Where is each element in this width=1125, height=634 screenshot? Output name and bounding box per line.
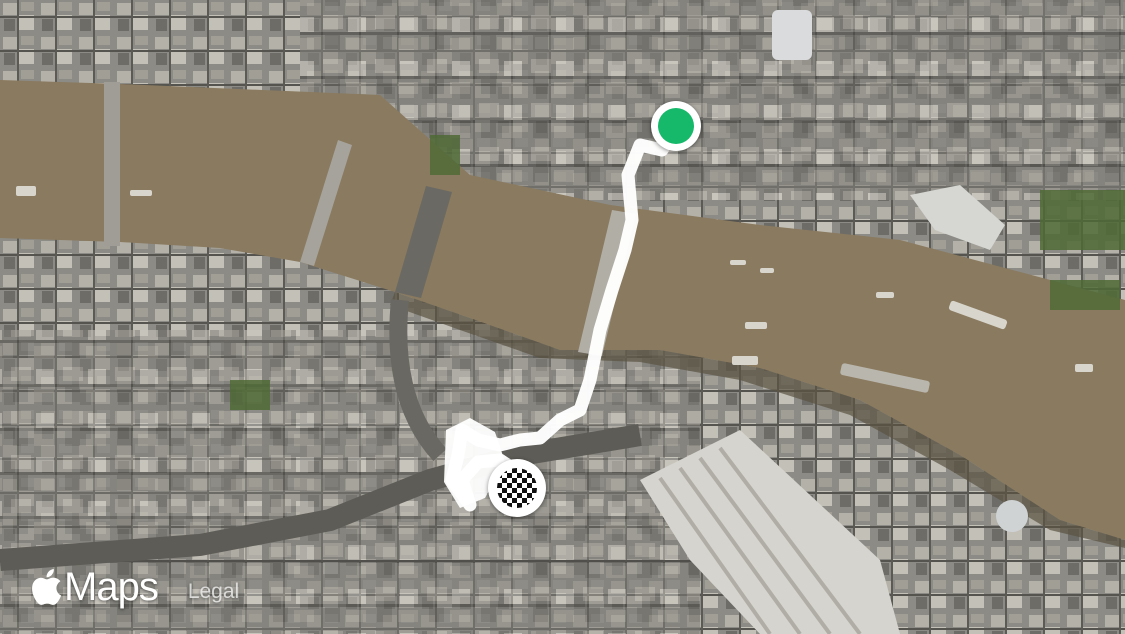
maps-brand-label: Maps bbox=[64, 565, 159, 609]
maps-attribution: Maps Legal bbox=[30, 562, 239, 612]
apple-logo-icon bbox=[32, 569, 62, 605]
gherkin-dome bbox=[996, 500, 1028, 532]
legal-link[interactable]: Legal bbox=[188, 580, 239, 604]
finish-marker[interactable] bbox=[488, 459, 546, 517]
checkered-flag-icon bbox=[497, 468, 537, 508]
satellite-map[interactable] bbox=[0, 0, 1125, 634]
start-marker[interactable] bbox=[651, 101, 701, 151]
green-dot-icon bbox=[658, 108, 694, 144]
map-view[interactable]: Maps Legal bbox=[0, 0, 1125, 634]
walkie-talkie-building bbox=[772, 10, 812, 60]
bridge-west bbox=[104, 82, 120, 246]
